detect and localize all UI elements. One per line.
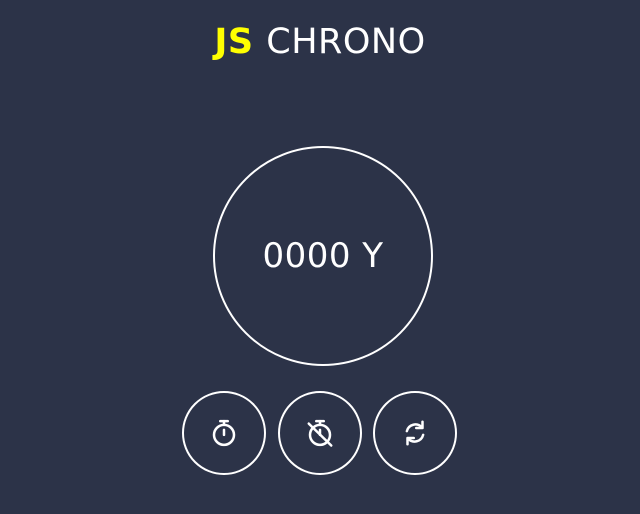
reset-button[interactable] [373,391,457,475]
title-text: CHRONO [266,22,426,62]
stop-button[interactable] [278,391,362,475]
title-accent: JS [214,22,254,62]
time-display: 0000 Y [262,236,384,276]
refresh-icon [405,420,425,446]
start-button[interactable] [182,391,266,475]
stopwatch-icon [212,419,236,447]
stopwatch-slash-icon [307,419,333,447]
app-title: JS CHRONO [0,20,640,64]
time-display-circle: 0000 Y [213,146,433,366]
controls-bar [182,391,458,475]
